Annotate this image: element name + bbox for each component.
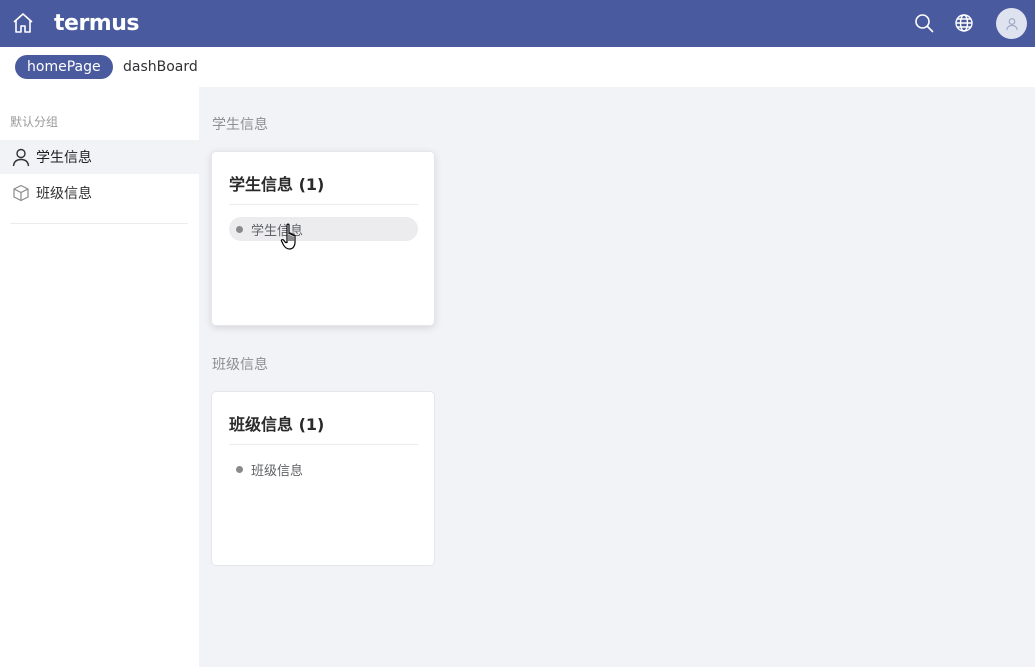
user-avatar[interactable] [996,8,1027,39]
tab-homepage[interactable]: homePage [15,55,113,79]
sidebar-item-student-info[interactable]: 学生信息 [0,140,199,174]
card-link-student-info[interactable]: 学生信息 [229,217,418,241]
card-divider [229,204,418,205]
student-info-card: 学生信息 (1) 学生信息 [211,151,435,326]
search-button[interactable] [913,12,935,34]
card-title: 学生信息 (1) [229,175,325,194]
card-link-label: 学生信息 [251,223,304,239]
card-title: 班级信息 (1) [229,415,325,434]
sidebar-item-class-info[interactable]: 班级信息 [0,176,199,210]
sidebar-item-label: 班级信息 [36,186,92,202]
tabs-bar: homePage dashBoard [0,47,1035,87]
cube-icon [11,183,31,203]
bullet-dot-icon [236,225,243,233]
class-info-card: 班级信息 (1) 班级信息 [211,391,435,566]
card-link-class-info[interactable]: 班级信息 [229,457,418,481]
sidebar-group-title: 默认分组 [10,115,59,129]
user-icon [11,147,31,167]
sidebar-divider [10,223,188,224]
section-title-class-info: 班级信息 [212,357,268,373]
section-title-student-info: 学生信息 [212,117,268,133]
sidebar-item-label: 学生信息 [36,150,92,166]
home-icon [13,13,33,33]
home-button[interactable] [10,10,36,36]
globe-icon [955,14,973,32]
search-icon [915,14,934,33]
bullet-dot-icon [236,465,243,473]
tab-dashboard[interactable]: dashBoard [111,55,210,79]
sidebar: 默认分组 学生信息 班级信息 [0,87,199,667]
user-icon [1005,17,1018,30]
card-link-label: 班级信息 [251,463,304,479]
top-bar: termus [0,0,1035,47]
app-logo: termus [54,10,139,36]
language-button[interactable] [953,12,975,34]
card-divider [229,444,418,445]
